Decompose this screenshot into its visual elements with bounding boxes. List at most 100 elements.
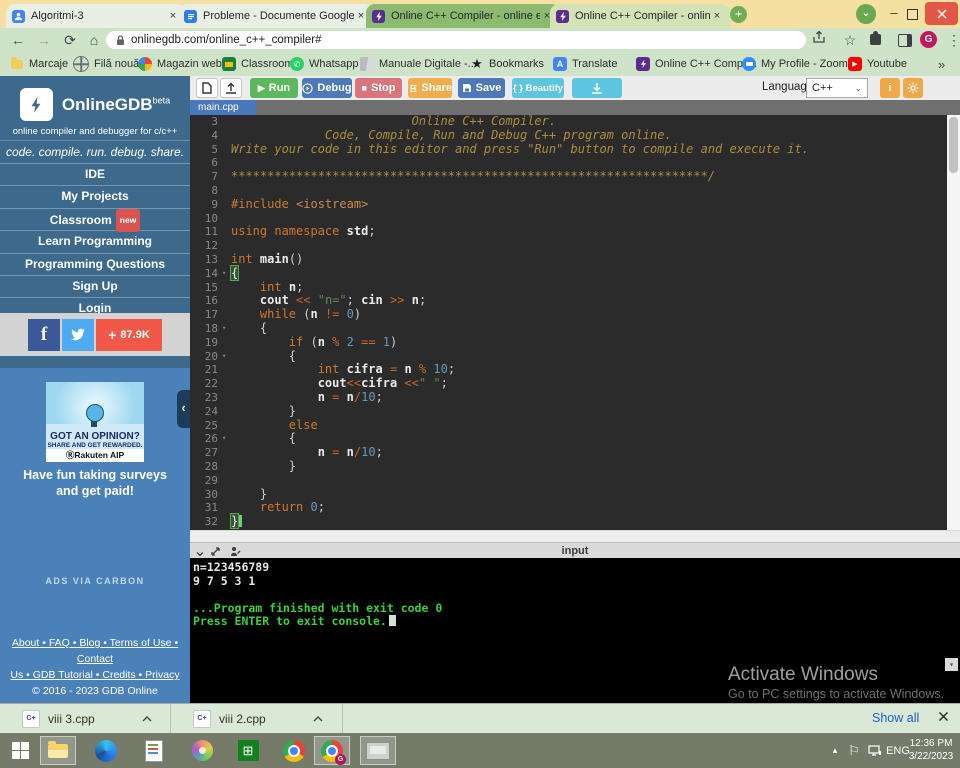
code-line[interactable]: 31 return 0;	[190, 501, 960, 515]
code-line[interactable]: 24 }	[190, 405, 960, 419]
settings-gear-button[interactable]	[903, 78, 923, 98]
info-button[interactable]: i	[880, 78, 900, 98]
code-line[interactable]: 29	[190, 474, 960, 488]
home-icon[interactable]: ⌂	[84, 30, 104, 50]
code-line[interactable]: 27 n = n/10;	[190, 446, 960, 460]
tab-onlinegdb-2-active[interactable]: Online C++ Compiler - online ed ×	[550, 4, 730, 28]
profile-avatar[interactable]: G	[920, 31, 937, 48]
bookmarks-overflow-icon[interactable]: »	[938, 52, 945, 76]
taskbar-notepad[interactable]	[136, 736, 172, 765]
extensions-icon[interactable]	[870, 34, 881, 45]
tray-chevron-icon[interactable]: ▴	[828, 733, 842, 768]
new-tab-button[interactable]: +	[730, 6, 747, 23]
taskbar-system-app[interactable]	[360, 736, 396, 765]
bookmark-star-icon[interactable]: ☆	[840, 30, 860, 50]
reload-icon[interactable]: ⟳	[60, 30, 80, 50]
sidebar-item-ide[interactable]: IDE	[0, 163, 190, 185]
ad-banner[interactable]: GOT AN OPINION? SHARE AND GET REWARDED. …	[46, 382, 144, 462]
window-maximize-button[interactable]	[907, 9, 918, 20]
sidebar-collapse-handle[interactable]: ‹	[177, 390, 190, 428]
download-button[interactable]	[572, 78, 622, 98]
code-line[interactable]: 32}	[190, 515, 960, 529]
tab-close-icon[interactable]: ×	[710, 10, 724, 22]
sidebar-item-my-projects[interactable]: My Projects	[0, 185, 190, 207]
action-center-flag-icon[interactable]: ⚐	[846, 733, 862, 768]
window-close-button[interactable]	[925, 2, 958, 25]
code-line[interactable]: 23 n = n/10;	[190, 391, 960, 405]
forward-icon[interactable]: →	[34, 30, 54, 50]
file-tab-main-cpp[interactable]: main.cpp	[190, 100, 256, 115]
tab-algoritmi[interactable]: Algoritmi-3 ×	[6, 4, 186, 28]
footer-links-line2[interactable]: Us • GDB Tutorial • Credits • Privacy	[0, 667, 190, 683]
address-bar[interactable]: onlinegdb.com/online_c++_compiler#	[106, 31, 806, 49]
taskbar-edge[interactable]	[88, 736, 124, 765]
tab-docs[interactable]: Probleme - Documente Google ×	[178, 4, 374, 28]
chip-caret-icon[interactable]	[142, 716, 152, 722]
code-line[interactable]: 11using namespace std;	[190, 225, 960, 239]
download-chip-2[interactable]: C+ viii 2.cpp	[171, 704, 343, 733]
network-icon[interactable]	[866, 733, 884, 768]
taskbar-file-explorer[interactable]	[40, 736, 76, 765]
bookmark-fila-noua[interactable]: Filă nouă	[73, 52, 139, 76]
code-line[interactable]: 10	[190, 212, 960, 226]
beautify-button[interactable]: { } Beautify	[512, 78, 564, 98]
back-icon[interactable]: ←	[8, 30, 28, 50]
taskbar-chrome-profile[interactable]: G	[314, 736, 350, 765]
code-line[interactable]: 7***************************************…	[190, 170, 960, 184]
code-line[interactable]: 25 else	[190, 419, 960, 433]
sidebar-item-classroom[interactable]: Classroomnew	[0, 208, 190, 230]
code-line[interactable]: 14▾{	[190, 267, 960, 281]
code-line[interactable]: 17 while (n != 0)	[190, 308, 960, 322]
bookmark-bookmarks[interactable]: ★Bookmarks	[470, 52, 544, 76]
save-button[interactable]: Save	[458, 78, 505, 98]
share-count-button[interactable]: +87.9K	[96, 319, 162, 351]
show-all-downloads-link[interactable]: Show all	[872, 711, 919, 725]
console-scroll-down-icon[interactable]: ▾	[945, 658, 958, 671]
stop-button[interactable]: ■Stop	[355, 78, 402, 98]
code-line[interactable]: 13int main()	[190, 253, 960, 267]
share-icon[interactable]	[812, 30, 832, 50]
editor-vertical-scrollbar[interactable]	[947, 115, 960, 530]
bookmark-whatsapp[interactable]: ✆Whatsapp	[290, 52, 359, 76]
new-file-button[interactable]	[196, 78, 218, 98]
code-line[interactable]: 20▾ {	[190, 350, 960, 364]
ads-via-carbon[interactable]: ADS VIA CARBON	[0, 576, 190, 586]
code-line[interactable]: 5Write your code in this editor and pres…	[190, 143, 960, 157]
code-line[interactable]: 8	[190, 184, 960, 198]
sidebar-item-sign-up[interactable]: Sign Up	[0, 275, 190, 297]
bookmark-marcaje[interactable]: Marcaje	[10, 52, 68, 76]
code-line[interactable]: 16 cout << "n="; cin >> n;	[190, 294, 960, 308]
sidebar-item-learn-programming[interactable]: Learn Programming	[0, 230, 190, 252]
code-line[interactable]: 12	[190, 239, 960, 253]
tab-search-chevron-icon[interactable]: ⌄	[856, 4, 876, 24]
side-panel-icon[interactable]	[898, 34, 912, 47]
code-line[interactable]: 19 if (n % 2 == 1)	[190, 336, 960, 350]
code-line[interactable]: 28 }	[190, 460, 960, 474]
sidebar-item-programming-questions[interactable]: Programming Questions	[0, 253, 190, 275]
code-line[interactable]: 4 Code, Compile, Run and Debug C++ progr…	[190, 129, 960, 143]
bookmark-manuale[interactable]: Manuale Digitale -...	[360, 52, 477, 76]
bookmark-youtube[interactable]: ▶Youtube	[848, 52, 907, 76]
taskbar-clock[interactable]: 12:36 PM 3/22/2023	[906, 737, 956, 763]
code-line[interactable]: 26▾ {	[190, 432, 960, 446]
chip-caret-icon[interactable]	[313, 716, 323, 722]
start-button[interactable]	[2, 736, 38, 765]
code-line[interactable]: 21 int cifra = n % 10;	[190, 363, 960, 377]
logo-row[interactable]: OnlineGDBbeta	[0, 88, 190, 121]
code-line[interactable]: 18▾ {	[190, 322, 960, 336]
taskbar-store[interactable]: ⊞	[230, 736, 266, 765]
bookmark-zoom[interactable]: My Profile - Zoom	[742, 52, 848, 76]
tab-onlinegdb-1[interactable]: Online C++ Compiler - online ed ×	[366, 4, 560, 28]
bookmark-translate[interactable]: ATranslate	[553, 52, 617, 76]
run-button[interactable]: ▶Run	[250, 78, 298, 98]
taskbar-chrome[interactable]	[276, 736, 312, 765]
facebook-button[interactable]: f	[28, 319, 60, 351]
download-chip-1[interactable]: C+ viii 3.cpp	[0, 704, 171, 733]
footer-links-line1[interactable]: About • FAQ • Blog • Terms of Use • Cont…	[0, 635, 190, 667]
window-minimize-button[interactable]: –	[886, 6, 902, 22]
taskbar-paint[interactable]	[184, 736, 220, 765]
bookmark-onlinegdb[interactable]: Online C++ Compil...	[636, 52, 757, 76]
downloads-close-icon[interactable]	[938, 711, 949, 722]
language-select[interactable]: C++⌄	[806, 78, 868, 98]
code-line[interactable]: 30 }	[190, 488, 960, 502]
